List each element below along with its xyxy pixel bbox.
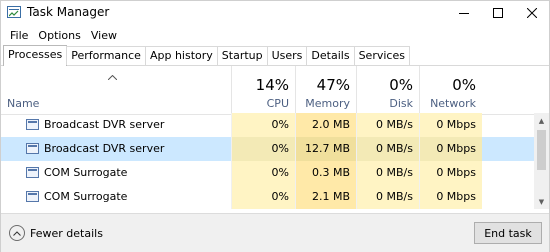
scroll-thumb[interactable] bbox=[537, 130, 546, 170]
network-column-label: Network bbox=[430, 97, 476, 110]
process-disk: 0 MB/s bbox=[356, 185, 419, 209]
scroll-up-arrow-icon[interactable]: ▲ bbox=[534, 113, 549, 128]
process-network: 0 Mbps bbox=[419, 161, 482, 185]
tab-strip: Processes Performance App history Startu… bbox=[3, 45, 410, 66]
process-list: Broadcast DVR server 0% 2.0 MB 0 MB/s 0 … bbox=[1, 113, 549, 209]
process-memory: 2.1 MB bbox=[295, 185, 356, 209]
bottom-bar: Fewer details End task bbox=[1, 213, 549, 252]
process-name: COM Surrogate bbox=[44, 166, 128, 179]
maximize-icon bbox=[493, 8, 503, 18]
sort-up-caret-icon[interactable] bbox=[107, 72, 118, 83]
tab-processes[interactable]: Processes bbox=[3, 45, 68, 66]
process-disk: 0 MB/s bbox=[356, 113, 419, 137]
network-total-percent: 0% bbox=[452, 76, 476, 94]
process-row-selected[interactable]: Broadcast DVR server 0% 12.7 MB 0 MB/s 0… bbox=[1, 137, 549, 161]
process-name: Broadcast DVR server bbox=[44, 142, 165, 155]
minimize-icon bbox=[459, 13, 469, 14]
task-manager-window: Task Manager File Options View Processes… bbox=[0, 0, 550, 252]
process-network: 0 Mbps bbox=[419, 185, 482, 209]
service-host-icon bbox=[26, 119, 39, 130]
window-title: Task Manager bbox=[27, 5, 110, 19]
maximize-button[interactable] bbox=[481, 1, 515, 25]
menu-bar: File Options View bbox=[1, 25, 549, 45]
menu-file[interactable]: File bbox=[5, 29, 33, 42]
process-disk: 0 MB/s bbox=[356, 137, 419, 161]
process-cpu: 0% bbox=[231, 137, 295, 161]
column-disk-header[interactable]: 0% Disk bbox=[356, 66, 419, 115]
menu-view[interactable]: View bbox=[86, 29, 122, 42]
disk-column-label: Disk bbox=[389, 97, 413, 110]
cpu-column-label: CPU bbox=[266, 97, 289, 110]
minimize-button[interactable] bbox=[447, 1, 481, 25]
process-cpu: 0% bbox=[231, 113, 295, 137]
close-icon bbox=[527, 8, 537, 18]
chevron-up-circle-icon[interactable] bbox=[9, 225, 25, 241]
close-button[interactable] bbox=[515, 1, 549, 25]
process-name: Broadcast DVR server bbox=[44, 118, 165, 131]
column-cpu-header[interactable]: 14% CPU bbox=[231, 66, 295, 115]
process-memory: 2.0 MB bbox=[295, 113, 356, 137]
menu-options[interactable]: Options bbox=[33, 29, 85, 42]
process-cpu: 0% bbox=[231, 185, 295, 209]
title-bar[interactable]: Task Manager bbox=[1, 1, 549, 25]
process-row[interactable]: COM Surrogate 0% 0.3 MB 0 MB/s 0 Mbps bbox=[1, 161, 549, 185]
process-memory: 12.7 MB bbox=[295, 137, 356, 161]
memory-total-percent: 47% bbox=[316, 76, 350, 94]
column-header: Name 14% CPU 47% Memory 0% Disk 0% Netwo… bbox=[1, 66, 549, 115]
process-disk: 0 MB/s bbox=[356, 161, 419, 185]
scroll-down-arrow-icon[interactable]: ▼ bbox=[534, 194, 549, 209]
cpu-total-percent: 14% bbox=[255, 76, 289, 94]
service-host-icon bbox=[26, 191, 39, 202]
service-host-icon bbox=[26, 143, 39, 154]
disk-total-percent: 0% bbox=[389, 76, 413, 94]
fewer-details-link[interactable]: Fewer details bbox=[30, 227, 103, 240]
process-name: COM Surrogate bbox=[44, 190, 128, 203]
end-task-button[interactable]: End task bbox=[474, 222, 542, 244]
tab-details[interactable]: Details bbox=[306, 46, 355, 65]
column-name-header[interactable]: Name bbox=[7, 97, 39, 110]
process-network: 0 Mbps bbox=[419, 137, 482, 161]
tab-app-history[interactable]: App history bbox=[144, 46, 218, 65]
tab-performance[interactable]: Performance bbox=[66, 46, 146, 65]
process-cpu: 0% bbox=[231, 161, 295, 185]
tab-startup[interactable]: Startup bbox=[216, 46, 268, 65]
tab-services[interactable]: Services bbox=[353, 46, 410, 65]
column-memory-header[interactable]: 47% Memory bbox=[295, 66, 356, 115]
service-host-icon bbox=[26, 167, 39, 178]
vertical-scrollbar[interactable]: ▲ ▼ bbox=[534, 113, 549, 209]
process-network: 0 Mbps bbox=[419, 113, 482, 137]
process-row[interactable]: Broadcast DVR server 0% 2.0 MB 0 MB/s 0 … bbox=[1, 113, 549, 137]
task-manager-icon bbox=[7, 6, 21, 18]
tab-users[interactable]: Users bbox=[266, 46, 308, 65]
process-memory: 0.3 MB bbox=[295, 161, 356, 185]
memory-column-label: Memory bbox=[305, 97, 350, 110]
column-network-header[interactable]: 0% Network bbox=[419, 66, 482, 115]
process-row[interactable]: COM Surrogate 0% 2.1 MB 0 MB/s 0 Mbps bbox=[1, 185, 549, 209]
